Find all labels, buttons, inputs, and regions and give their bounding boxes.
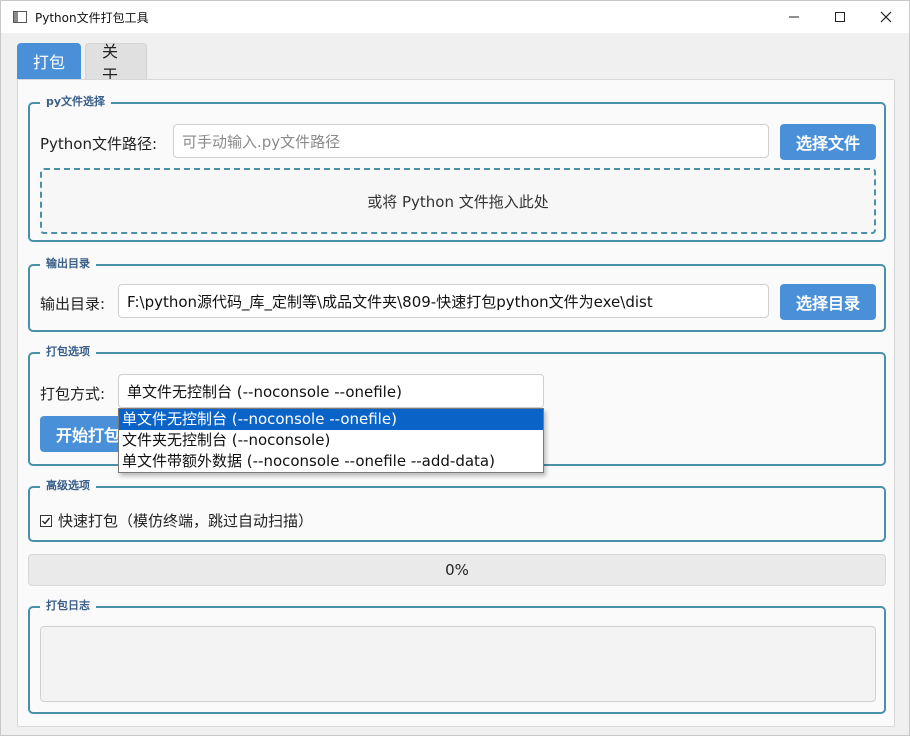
select-file-button[interactable]: 选择文件	[780, 124, 876, 160]
advanced-options-group: 高级选项 快速打包（模仿终端，跳过自动扫描）	[28, 478, 886, 542]
pack-options-group-title: 打包选项	[40, 344, 96, 360]
file-drop-zone[interactable]: 或将 Python 文件拖入此处	[40, 168, 876, 234]
tab-about[interactable]: 关于	[85, 42, 147, 85]
close-icon	[880, 11, 892, 23]
client-area: 打包 关于 py文件选择 Python文件路径: 可手动输入.py文件路径 选择…	[1, 33, 909, 735]
pack-mode-option[interactable]: 文件夹无控制台 (--noconsole)	[119, 430, 543, 451]
maximize-icon	[835, 12, 845, 22]
python-path-input[interactable]: 可手动输入.py文件路径	[173, 124, 769, 158]
tab-bar: 打包 关于	[17, 42, 147, 85]
title-bar[interactable]: Python文件打包工具	[1, 1, 909, 33]
advanced-options-group-title: 高级选项	[40, 478, 96, 494]
select-dir-button[interactable]: 选择目录	[780, 284, 876, 320]
output-dir-input[interactable]: F:\python源代码_库_定制等\成品文件夹\809-快速打包python文…	[118, 284, 769, 318]
pack-tab-panel: py文件选择 Python文件路径: 可手动输入.py文件路径 选择文件 或将 …	[17, 79, 895, 727]
py-file-group-title: py文件选择	[40, 94, 112, 110]
window-title: Python文件打包工具	[35, 10, 149, 25]
py-file-group: py文件选择 Python文件路径: 可手动输入.py文件路径 选择文件 或将 …	[28, 94, 886, 242]
pack-mode-option[interactable]: 单文件无控制台 (--noconsole --onefile)	[119, 409, 543, 430]
output-dir-group: 输出目录 输出目录: F:\python源代码_库_定制等\成品文件夹\809-…	[28, 256, 886, 332]
pack-log-group-title: 打包日志	[40, 598, 96, 614]
pack-mode-dropdown-list: 单文件无控制台 (--noconsole --onefile) 文件夹无控制台 …	[118, 408, 544, 473]
fast-pack-option[interactable]: 快速打包（模仿终端，跳过自动扫描）	[40, 510, 313, 531]
app-icon	[13, 11, 27, 23]
maximize-button[interactable]	[817, 1, 863, 33]
tab-pack[interactable]: 打包	[17, 43, 81, 79]
minimize-icon	[789, 16, 799, 18]
window-controls	[771, 1, 909, 33]
pack-log-group: 打包日志	[28, 598, 886, 714]
drop-zone-text: 或将 Python 文件拖入此处	[367, 192, 549, 211]
pack-mode-option[interactable]: 单文件带额外数据 (--noconsole --onefile --add-da…	[119, 451, 543, 472]
pack-mode-combo[interactable]: 单文件无控制台 (--noconsole --onefile)	[118, 374, 544, 408]
close-button[interactable]	[863, 1, 909, 33]
output-dir-label: 输出目录:	[40, 295, 106, 313]
pack-log-textarea[interactable]	[40, 626, 876, 702]
checkmark-icon	[42, 517, 51, 525]
progress-text: 0%	[445, 561, 469, 579]
pack-mode-label: 打包方式:	[40, 385, 106, 403]
python-path-label: Python文件路径:	[40, 135, 158, 153]
progress-bar: 0%	[28, 554, 886, 586]
output-dir-group-title: 输出目录	[40, 256, 96, 272]
fast-pack-checkbox[interactable]	[40, 514, 52, 527]
minimize-button[interactable]	[771, 1, 817, 33]
app-window: Python文件打包工具 打包 关于 py文件选择 Python文件路径: 可手…	[0, 0, 910, 736]
fast-pack-label: 快速打包（模仿终端，跳过自动扫描）	[58, 512, 314, 530]
